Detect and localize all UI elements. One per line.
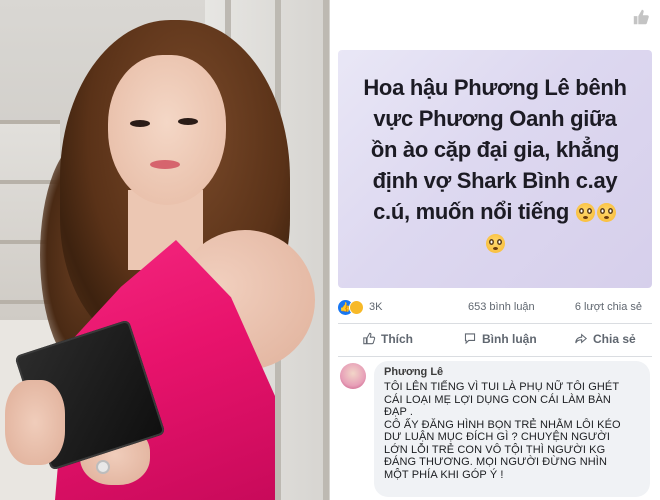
share-arrow-icon — [575, 333, 587, 344]
headline-line: định vợ Shark Bình c.ay — [372, 168, 618, 193]
reaction-count[interactable]: 3K — [369, 301, 382, 313]
comment-item: Phương Lê TÔI LÊN TIẾNG VÌ TUI LÀ PHỤ NỮ… — [338, 361, 652, 500]
face — [108, 55, 226, 205]
post-background-card: Hoa hậu Phương Lê bênh vực Phương Oanh g… — [338, 50, 652, 288]
post-actions-bar: Thích Bình luận Chia sẻ — [338, 328, 652, 354]
thumbs-up-icon[interactable] — [632, 8, 650, 31]
wow-reaction-icon — [349, 300, 364, 315]
comment-bubble-icon — [464, 333, 476, 345]
post-headline: Hoa hậu Phương Lê bênh vực Phương Oanh g… — [338, 72, 652, 258]
hand — [5, 380, 65, 465]
like-button[interactable]: Thích — [362, 332, 413, 346]
headline-line: vực Phương Oanh giữa — [373, 106, 617, 131]
avatar[interactable] — [340, 363, 366, 389]
flushed-emoji-icon — [575, 203, 595, 222]
portrait-photo — [0, 0, 330, 500]
flushed-emoji-icon — [596, 203, 616, 222]
comment-label: Bình luận — [482, 332, 537, 346]
comment-line: DƯ LUẬN MỤC ĐÍCH GÌ ? CHUYỆN NGƯỜI — [384, 431, 610, 443]
comment-line: LỚN LỖI TRẺ CON VÔ TỘI THÌ NGƯỜI KG — [384, 443, 606, 456]
like-label: Thích — [381, 332, 413, 346]
comment-text: TÔI LÊN TIẾNG VÌ TUI LÀ PHỤ NỮ TÔI GHÉT … — [384, 381, 640, 481]
facebook-post-panel: Hoa hậu Phương Lê bênh vực Phương Oanh g… — [330, 0, 660, 500]
comment-bubble: Phương Lê TÔI LÊN TIẾNG VÌ TUI LÀ PHỤ NỮ… — [374, 361, 650, 497]
divider — [338, 323, 652, 324]
comment-line: TÔI LÊN TIẾNG VÌ TUI LÀ PHỤ NỮ TÔI GHÉT — [384, 381, 620, 393]
thumbs-up-icon — [363, 332, 376, 345]
comment-line: ĐÁNG THƯƠNG. MỌI NGƯỜI ĐỪNG NHÌN — [384, 456, 607, 468]
share-count[interactable]: 6 lượt chia sẻ — [575, 301, 642, 313]
divider — [338, 356, 652, 357]
share-button[interactable]: Chia sẻ — [574, 332, 636, 346]
headline-line: Hoa hậu Phương Lê bênh — [363, 75, 627, 100]
comment-button[interactable]: Bình luận — [463, 332, 537, 346]
headline-line: ồn ào cặp đại gia, khẳng — [370, 137, 620, 162]
comment-author[interactable]: Phương Lê — [384, 366, 640, 378]
ring — [98, 462, 108, 472]
comment-line: MỘT PHÍA KHI GÓP Ý ! — [384, 468, 504, 481]
comment-line: CÔ ẤY ĐĂNG HÌNH BỌN TRẺ NHẰM LÔI KÉO — [384, 418, 621, 431]
share-label: Chia sẻ — [593, 332, 636, 346]
comment-line: ĐẠP . — [384, 406, 414, 418]
flushed-emoji-icon — [485, 234, 505, 253]
comment-count[interactable]: 653 bình luận — [468, 301, 535, 313]
headline-line: c.ú, muốn nổi tiếng — [373, 199, 570, 224]
post-stats: 👍 3K 653 bình luận 6 lượt chia sẻ — [338, 300, 652, 318]
comment-line: CÁI LOẠI MẸ LỢI DỤNG CON CÁI LÀM BÀN — [384, 393, 611, 406]
